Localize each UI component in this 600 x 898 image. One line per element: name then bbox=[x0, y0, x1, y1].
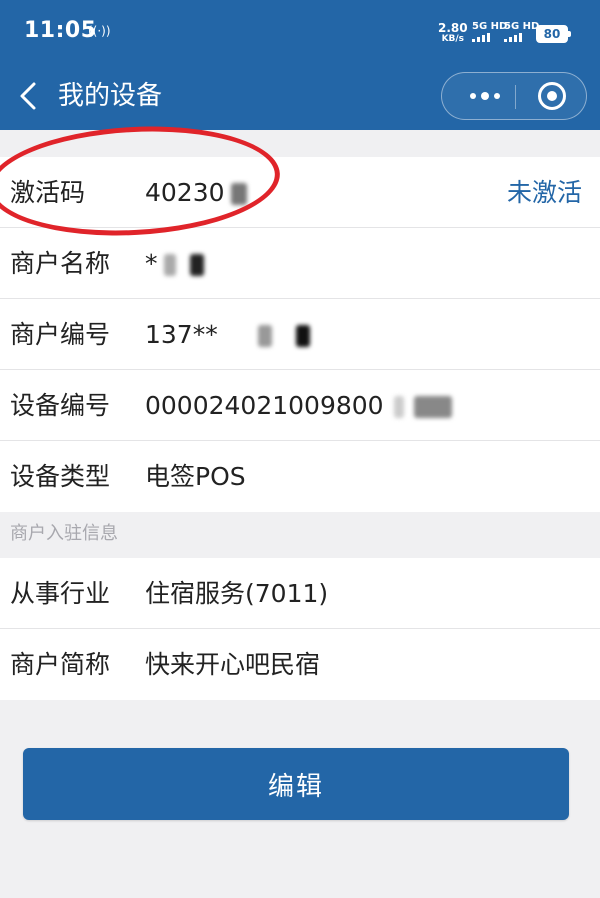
redacted-mark bbox=[295, 325, 310, 347]
chevron-left-icon bbox=[20, 82, 36, 110]
industry-label: 从事行业 bbox=[10, 579, 111, 608]
merchant-info-section: 从事行业 住宿服务(7011) 商户简称 快来开心吧民宿 bbox=[0, 558, 600, 700]
merchant-name-value: * bbox=[145, 228, 204, 299]
merchant-name-label: 商户名称 bbox=[10, 249, 111, 278]
info-row-activation-code: 激活码 40230 未激活 bbox=[0, 157, 600, 228]
redacted-mark bbox=[257, 325, 272, 347]
status-bar: 11:05 ((·)) 2.80 KB/s 5G HD 5G HD 80 bbox=[0, 0, 600, 64]
activation-code-label: 激活码 bbox=[10, 178, 86, 207]
section-title-merchant-onboarding: 商户入驻信息 bbox=[10, 523, 118, 544]
device-type-label: 设备类型 bbox=[10, 462, 111, 491]
info-row-industry: 从事行业 住宿服务(7011) bbox=[0, 558, 600, 629]
merchant-number-label: 商户编号 bbox=[10, 320, 111, 349]
mini-program-capsule bbox=[441, 72, 587, 120]
capsule-divider bbox=[515, 85, 516, 109]
info-row-merchant-number: 商户编号 137** bbox=[0, 299, 600, 370]
signal-sim2-icon: 5G HD bbox=[504, 22, 539, 42]
merchant-number-text: 137** bbox=[145, 320, 218, 349]
activation-status: 未激活 bbox=[506, 178, 582, 207]
sim1-label: 5G HD bbox=[472, 21, 508, 32]
redacted-mark bbox=[189, 254, 204, 276]
nav-bar: 我的设备 bbox=[0, 64, 600, 130]
activation-code-text: 40230 bbox=[145, 178, 225, 207]
redacted-mark bbox=[163, 254, 176, 276]
merchant-short-name-value: 快来开心吧民宿 bbox=[145, 650, 321, 679]
back-button[interactable] bbox=[12, 78, 44, 114]
hotspot-icon: ((·)) bbox=[88, 24, 111, 38]
merchant-number-value: 137** bbox=[145, 299, 310, 370]
device-info-section: 激活码 40230 未激活 商户名称 * 商户编号 137** 设备编号 000… bbox=[0, 157, 600, 512]
info-row-device-type: 设备类型 电签POS bbox=[0, 441, 600, 512]
info-row-merchant-short-name: 商户简称 快来开心吧民宿 bbox=[0, 629, 600, 700]
page-title: 我的设备 bbox=[58, 81, 163, 111]
redacted-mark bbox=[413, 396, 452, 418]
edit-button[interactable]: 编辑 bbox=[23, 748, 569, 820]
redacted-mark bbox=[230, 183, 247, 205]
app-header: 11:05 ((·)) 2.80 KB/s 5G HD 5G HD 80 我的设… bbox=[0, 0, 600, 130]
network-speed-value: 2.80 bbox=[438, 21, 468, 35]
industry-value: 住宿服务(7011) bbox=[145, 579, 329, 608]
activation-code-value: 40230 bbox=[145, 157, 247, 228]
redacted-mark bbox=[393, 396, 404, 418]
sim2-label: 5G HD bbox=[504, 21, 540, 32]
close-mini-program-button[interactable] bbox=[538, 82, 566, 110]
device-number-label: 设备编号 bbox=[10, 391, 111, 420]
info-row-device-number: 设备编号 000024021009800 bbox=[0, 370, 600, 441]
status-time: 11:05 bbox=[24, 18, 97, 43]
signal-sim1-icon: 5G HD bbox=[472, 22, 507, 42]
more-dot bbox=[494, 93, 500, 99]
info-row-merchant-name: 商户名称 * bbox=[0, 228, 600, 299]
more-dots-icon bbox=[470, 93, 476, 99]
merchant-name-text: * bbox=[145, 249, 158, 278]
more-dot bbox=[481, 92, 489, 100]
device-number-text: 000024021009800 bbox=[145, 391, 384, 420]
device-number-value: 000024021009800 bbox=[145, 370, 452, 441]
device-type-value: 电签POS bbox=[145, 462, 246, 491]
network-speed: 2.80 KB/s bbox=[438, 22, 468, 44]
more-button[interactable] bbox=[460, 73, 510, 119]
battery-icon: 80 bbox=[536, 25, 571, 43]
network-speed-unit: KB/s bbox=[441, 34, 465, 44]
merchant-short-name-label: 商户简称 bbox=[10, 650, 111, 679]
